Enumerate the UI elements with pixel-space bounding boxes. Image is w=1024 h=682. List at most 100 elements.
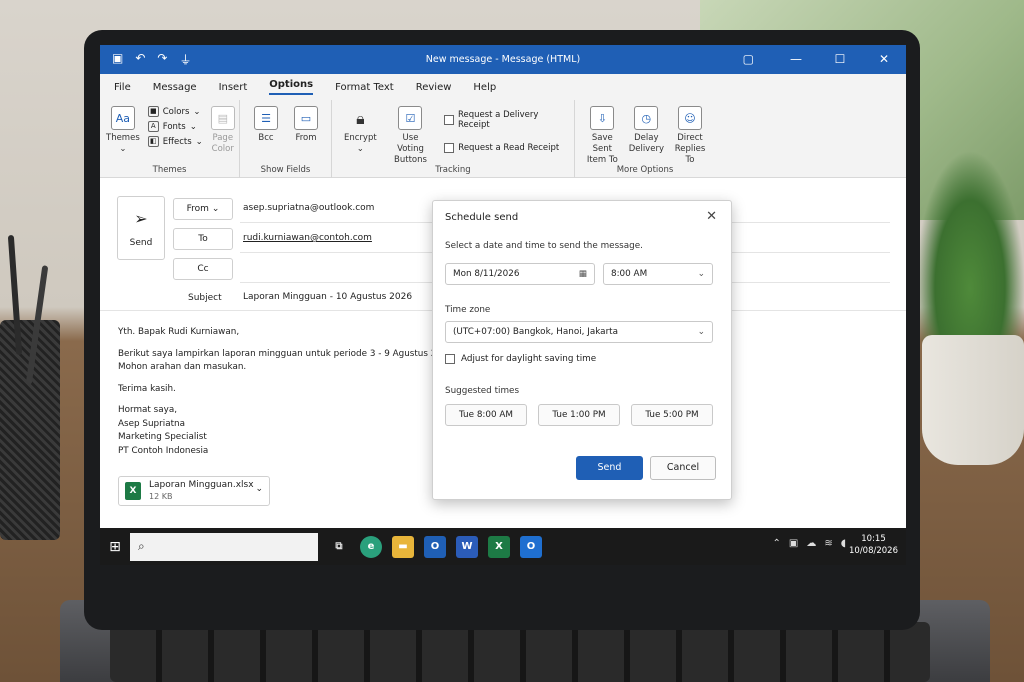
colors-button[interactable]: ■ Colors ⌄ bbox=[147, 106, 203, 117]
fonts-button[interactable]: A Fonts ⌄ bbox=[147, 121, 203, 132]
page-color-label: Color bbox=[211, 144, 234, 154]
send-icon: ➢ bbox=[134, 208, 148, 228]
checkbox-icon bbox=[444, 143, 455, 153]
tab-format-text[interactable]: Format Text bbox=[335, 82, 394, 93]
bcc-label: Bcc bbox=[258, 133, 274, 143]
outlook-app-icon[interactable]: O bbox=[424, 535, 446, 558]
save-icon[interactable]: ▣ bbox=[112, 51, 123, 68]
taskbar-search[interactable]: ⌕ bbox=[130, 532, 318, 561]
maximize-icon[interactable]: ☐ bbox=[818, 45, 862, 74]
close-icon[interactable]: ✕ bbox=[862, 45, 906, 74]
message-body[interactable]: Yth. Bapak Rudi Kurniawan, Berikut saya … bbox=[118, 326, 456, 458]
subject-field[interactable]: Laporan Mingguan - 10 Agustus 2026 bbox=[243, 292, 412, 302]
page-color-icon: ▤ bbox=[210, 106, 235, 130]
taskbar-clock[interactable]: 10:15 10/08/2026 bbox=[849, 533, 898, 557]
from-value: asep.supriatna@outlook.com bbox=[243, 203, 375, 213]
from-field-label: From bbox=[295, 133, 317, 143]
ribbon-group-show-fields: ☰ Bcc ▭ From Show Fields bbox=[240, 100, 332, 178]
suggested-time-button[interactable]: Tue 5:00 PM bbox=[631, 404, 713, 426]
suggested-time-button[interactable]: Tue 1:00 PM bbox=[538, 404, 620, 426]
chevron-down-icon[interactable]: ⌄ bbox=[255, 484, 263, 494]
chevron-up-icon[interactable]: ⌃ bbox=[772, 538, 780, 549]
excel-app-icon[interactable]: X bbox=[488, 535, 510, 558]
volume-icon[interactable]: ◖ bbox=[841, 538, 846, 549]
cc-button[interactable]: Cc bbox=[173, 258, 233, 280]
calendar-icon: ▦ bbox=[578, 269, 587, 279]
tab-help[interactable]: Help bbox=[473, 82, 496, 93]
delay-label: Delivery bbox=[628, 144, 664, 154]
search-icon: ⌕ bbox=[138, 539, 145, 553]
group-label-more-options: More Options bbox=[616, 165, 674, 175]
effects-icon: ◧ bbox=[147, 136, 159, 147]
laptop-keyboard bbox=[110, 622, 930, 682]
edge-browser-icon[interactable]: e bbox=[360, 535, 382, 558]
taskbar: ⊞ ⌕ ⧉ e ▬ O W X O ⌃ ▣ ☁ ≋ ◖ 10:15 10/08/… bbox=[100, 528, 906, 565]
close-icon[interactable]: ✕ bbox=[706, 209, 717, 224]
date-picker[interactable]: Mon 8/11/2026 ▦ bbox=[445, 263, 595, 285]
direct-label: Replies To bbox=[674, 144, 706, 165]
colors-icon: ■ bbox=[147, 106, 159, 117]
timezone-select[interactable]: (UTC+07:00) Bangkok, Hanoi, Jakarta ⌄ bbox=[445, 321, 713, 343]
effects-button[interactable]: ◧ Effects ⌄ bbox=[147, 136, 203, 147]
minimize-icon[interactable]: — bbox=[774, 45, 818, 74]
ribbon-display-icon[interactable]: ▢ bbox=[743, 52, 754, 66]
ribbon: Aa Themes ⌄ ■ Colors ⌄ A Fonts ⌄ ◧ Effects ⌄ ▤… bbox=[100, 100, 906, 178]
timezone-label: Time zone bbox=[445, 305, 491, 315]
body-line: Marketing Specialist bbox=[118, 432, 207, 442]
read-receipt-checkbox[interactable]: Request a Read Receipt bbox=[444, 143, 568, 153]
tab-options[interactable]: Options bbox=[269, 79, 314, 95]
file-explorer-icon[interactable]: ▬ bbox=[392, 535, 414, 558]
suggested-time-button[interactable]: Tue 8:00 AM bbox=[445, 404, 527, 426]
ribbon-group-tracking: 🔒︎ Encrypt ⌄ ☑ Use Voting Buttons Reques… bbox=[332, 100, 575, 178]
dialog-send-button[interactable]: Send bbox=[576, 456, 643, 480]
to-field[interactable]: rudi.kurniawan@contoh.com bbox=[243, 233, 372, 243]
send-button[interactable]: ➢ Send bbox=[117, 196, 165, 260]
chevron-down-icon: ⌄ bbox=[697, 269, 705, 279]
chevron-down-icon: ⌄ bbox=[211, 204, 220, 214]
voting-label: Use Voting bbox=[397, 133, 424, 154]
undo-icon[interactable]: ↶ bbox=[135, 51, 145, 68]
from-button[interactable]: From ⌄ bbox=[173, 198, 233, 220]
effects-label: Effects bbox=[162, 136, 192, 147]
clock-icon: ◷ bbox=[634, 106, 659, 130]
schedule-send-dialog: Schedule send ✕ Select a date and time t… bbox=[432, 200, 732, 500]
tab-file[interactable]: File bbox=[114, 82, 131, 93]
group-label-tracking: Tracking bbox=[435, 165, 471, 175]
tab-message[interactable]: Message bbox=[153, 82, 197, 93]
time-value: 8:00 AM bbox=[611, 269, 648, 279]
lock-icon: 🔒︎ bbox=[356, 108, 365, 128]
tab-review[interactable]: Review bbox=[416, 82, 452, 93]
themes-icon: Aa bbox=[110, 106, 135, 130]
outlook-new-icon[interactable]: O bbox=[520, 535, 542, 558]
checkbox-icon bbox=[444, 115, 454, 125]
direct-label: Direct bbox=[677, 133, 703, 143]
word-app-icon[interactable]: W bbox=[456, 535, 478, 558]
body-line: Mohon arahan dan masukan. bbox=[118, 362, 247, 372]
windows-start-icon[interactable]: ⊞ bbox=[100, 539, 130, 555]
network-icon[interactable]: ☁ bbox=[806, 538, 816, 549]
delay-label: Delay bbox=[634, 133, 659, 143]
excel-file-icon: X bbox=[125, 482, 141, 500]
person-icon: ☺ bbox=[677, 106, 702, 130]
page-color-label: Page bbox=[212, 133, 234, 143]
chevron-down-icon: ⌄ bbox=[697, 327, 705, 337]
dialog-cancel-button[interactable]: Cancel bbox=[650, 456, 716, 480]
delivery-receipt-checkbox[interactable]: Request a Delivery Receipt bbox=[444, 110, 568, 130]
redo-icon[interactable]: ↷ bbox=[157, 51, 167, 68]
to-button[interactable]: To bbox=[173, 228, 233, 250]
time-select[interactable]: 8:00 AM ⌄ bbox=[603, 263, 713, 285]
clock-time: 10:15 bbox=[861, 534, 886, 544]
dst-checkbox[interactable]: Adjust for daylight saving time bbox=[445, 354, 596, 364]
fonts-icon: A bbox=[147, 121, 159, 132]
bcc-icon: ☰ bbox=[254, 106, 278, 130]
from-field-icon: ▭ bbox=[294, 106, 318, 130]
customize-toolbar-icon[interactable]: ⏚ bbox=[179, 51, 191, 68]
task-view-icon[interactable]: ⧉ bbox=[328, 536, 350, 558]
tray-app-icon[interactable]: ▣ bbox=[789, 538, 798, 549]
tab-insert[interactable]: Insert bbox=[219, 82, 248, 93]
system-tray: ⌃ ▣ ☁ ≋ ◖ bbox=[772, 538, 846, 549]
read-receipt-label: Request a Read Receipt bbox=[458, 143, 560, 153]
wifi-icon[interactable]: ≋ bbox=[824, 538, 832, 549]
attachment[interactable]: X Laporan Mingguan.xlsx 12 KB ⌄ bbox=[118, 476, 270, 506]
clock-date: 10/08/2026 bbox=[849, 546, 898, 556]
